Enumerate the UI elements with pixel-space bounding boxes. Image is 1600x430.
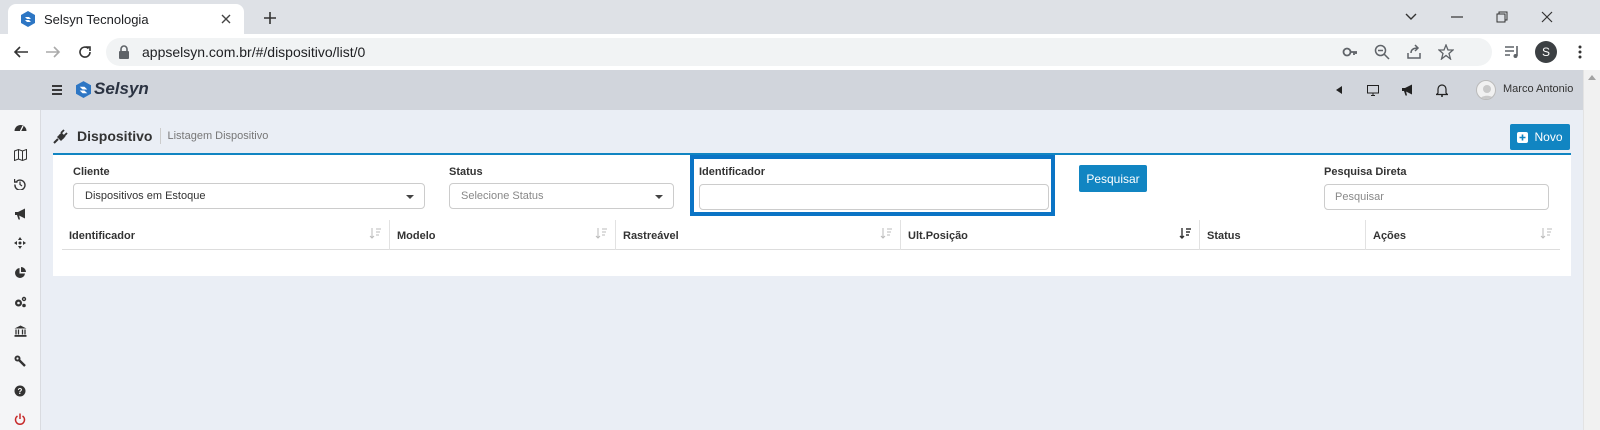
tab-title: Selsyn Tecnologia xyxy=(44,11,149,27)
address-bar[interactable]: appselsyn.com.br/#/dispositivo/list/0 xyxy=(106,38,1492,66)
cogs-icon[interactable] xyxy=(13,295,27,309)
crosshair-icon[interactable] xyxy=(13,236,27,250)
sort-icon[interactable] xyxy=(880,227,892,239)
new-button-label: Novo xyxy=(1534,130,1563,144)
status-label: Status xyxy=(449,166,483,178)
close-window-icon[interactable] xyxy=(1536,6,1558,28)
megaphone-icon[interactable] xyxy=(1399,82,1415,98)
direct-search-input[interactable]: Pesquisar xyxy=(1324,184,1549,210)
user-name[interactable]: Marco Antonio xyxy=(1503,83,1573,95)
plug-icon xyxy=(53,128,68,144)
help-icon[interactable]: ? xyxy=(13,384,27,398)
column-header-modelo[interactable]: Modelo xyxy=(390,220,616,250)
plus-square-icon xyxy=(1517,131,1529,143)
power-icon[interactable] xyxy=(13,412,27,426)
sort-desc-active-icon[interactable] xyxy=(1179,227,1191,239)
browser-toolbar: appselsyn.com.br/#/dispositivo/list/0 S xyxy=(0,34,1600,70)
title-divider xyxy=(160,128,162,144)
wrench-icon[interactable] xyxy=(13,354,27,368)
minimize-icon[interactable] xyxy=(1446,6,1468,28)
column-header-label: Rastreável xyxy=(623,230,679,242)
column-header-label: Ações xyxy=(1373,230,1407,242)
user-avatar[interactable] xyxy=(1476,80,1496,100)
devices-table-header: Identificador Modelo Rastreável Ult.Posi… xyxy=(62,220,1560,250)
history-icon[interactable] xyxy=(13,177,27,191)
svg-text:?: ? xyxy=(18,387,23,396)
identificador-input[interactable] xyxy=(699,184,1049,210)
map-icon[interactable] xyxy=(13,148,27,162)
app-header: Selsyn Marco Antonio xyxy=(0,70,1583,110)
key-icon[interactable] xyxy=(1342,44,1358,60)
cliente-label: Cliente xyxy=(73,166,110,178)
page-scrollbar[interactable] xyxy=(1583,70,1600,430)
restore-icon[interactable] xyxy=(1491,6,1513,28)
browser-tab-bar: Selsyn Tecnologia xyxy=(0,0,1600,34)
share-icon[interactable] xyxy=(1406,44,1422,60)
cliente-select-value: Dispositivos em Estoque xyxy=(85,190,206,202)
hamburger-menu-icon[interactable] xyxy=(51,84,63,96)
sort-icon[interactable] xyxy=(1540,227,1552,239)
megaphone-icon[interactable] xyxy=(13,207,27,221)
dashboard-icon[interactable] xyxy=(13,119,27,133)
column-header-rastreavel[interactable]: Rastreável xyxy=(616,220,901,250)
chevron-down-icon xyxy=(655,195,663,199)
column-header-identificador[interactable]: Identificador xyxy=(62,220,390,250)
browser-menu-icon[interactable] xyxy=(1570,42,1590,62)
bell-icon[interactable] xyxy=(1434,82,1450,98)
profile-avatar[interactable]: S xyxy=(1535,41,1557,63)
new-device-button[interactable]: Novo xyxy=(1510,124,1570,150)
collapse-left-icon[interactable] xyxy=(1331,82,1347,98)
status-select-placeholder: Selecione Status xyxy=(461,190,544,202)
identificador-label: Identificador xyxy=(699,166,766,178)
column-header-label: Status xyxy=(1207,230,1241,242)
column-header-acoes[interactable]: Ações xyxy=(1366,220,1560,250)
monitor-icon[interactable] xyxy=(1365,82,1381,98)
column-header-status[interactable]: Status xyxy=(1200,220,1366,250)
column-header-label: Ult.Posição xyxy=(908,230,968,242)
sidebar: ? xyxy=(0,110,41,430)
brand-logo[interactable]: Selsyn xyxy=(76,79,149,99)
pesquisa-direta-label: Pesquisa Direta xyxy=(1324,166,1407,178)
brand-name: Selsyn xyxy=(94,79,149,98)
page-header: Dispositivo Listagem Dispositivo xyxy=(53,128,268,144)
lock-icon xyxy=(119,45,129,59)
selsyn-favicon-icon xyxy=(21,11,35,27)
back-icon[interactable] xyxy=(11,42,31,62)
search-button[interactable]: Pesquisar xyxy=(1079,165,1147,192)
url-text: appselsyn.com.br/#/dispositivo/list/0 xyxy=(142,44,366,60)
new-tab-icon[interactable] xyxy=(260,8,280,28)
page-title: Dispositivo xyxy=(77,128,153,144)
browser-tab[interactable]: Selsyn Tecnologia xyxy=(8,4,244,34)
status-select[interactable]: Selecione Status xyxy=(449,183,674,209)
column-header-label: Identificador xyxy=(69,230,136,242)
scroll-up-icon[interactable] xyxy=(1588,75,1596,80)
reload-icon[interactable] xyxy=(75,42,95,62)
page-subtitle: Listagem Dispositivo xyxy=(167,130,269,142)
close-tab-icon[interactable] xyxy=(218,11,234,27)
column-header-label: Modelo xyxy=(397,230,436,242)
bank-icon[interactable] xyxy=(13,324,27,338)
zoom-icon[interactable] xyxy=(1374,44,1390,60)
column-header-ult-posicao[interactable]: Ult.Posição xyxy=(901,220,1200,250)
media-control-icon[interactable] xyxy=(1502,42,1522,62)
cliente-select[interactable]: Dispositivos em Estoque xyxy=(73,183,425,209)
selsyn-logo-icon xyxy=(76,80,91,98)
tab-search-chevron-icon[interactable] xyxy=(1400,6,1422,28)
forward-icon[interactable] xyxy=(43,42,63,62)
pie-chart-icon[interactable] xyxy=(13,266,27,280)
chevron-down-icon xyxy=(406,195,414,199)
sort-icon[interactable] xyxy=(369,227,381,239)
bookmark-star-icon[interactable] xyxy=(1438,44,1454,60)
sort-icon[interactable] xyxy=(595,227,607,239)
direct-search-placeholder: Pesquisar xyxy=(1335,191,1384,203)
